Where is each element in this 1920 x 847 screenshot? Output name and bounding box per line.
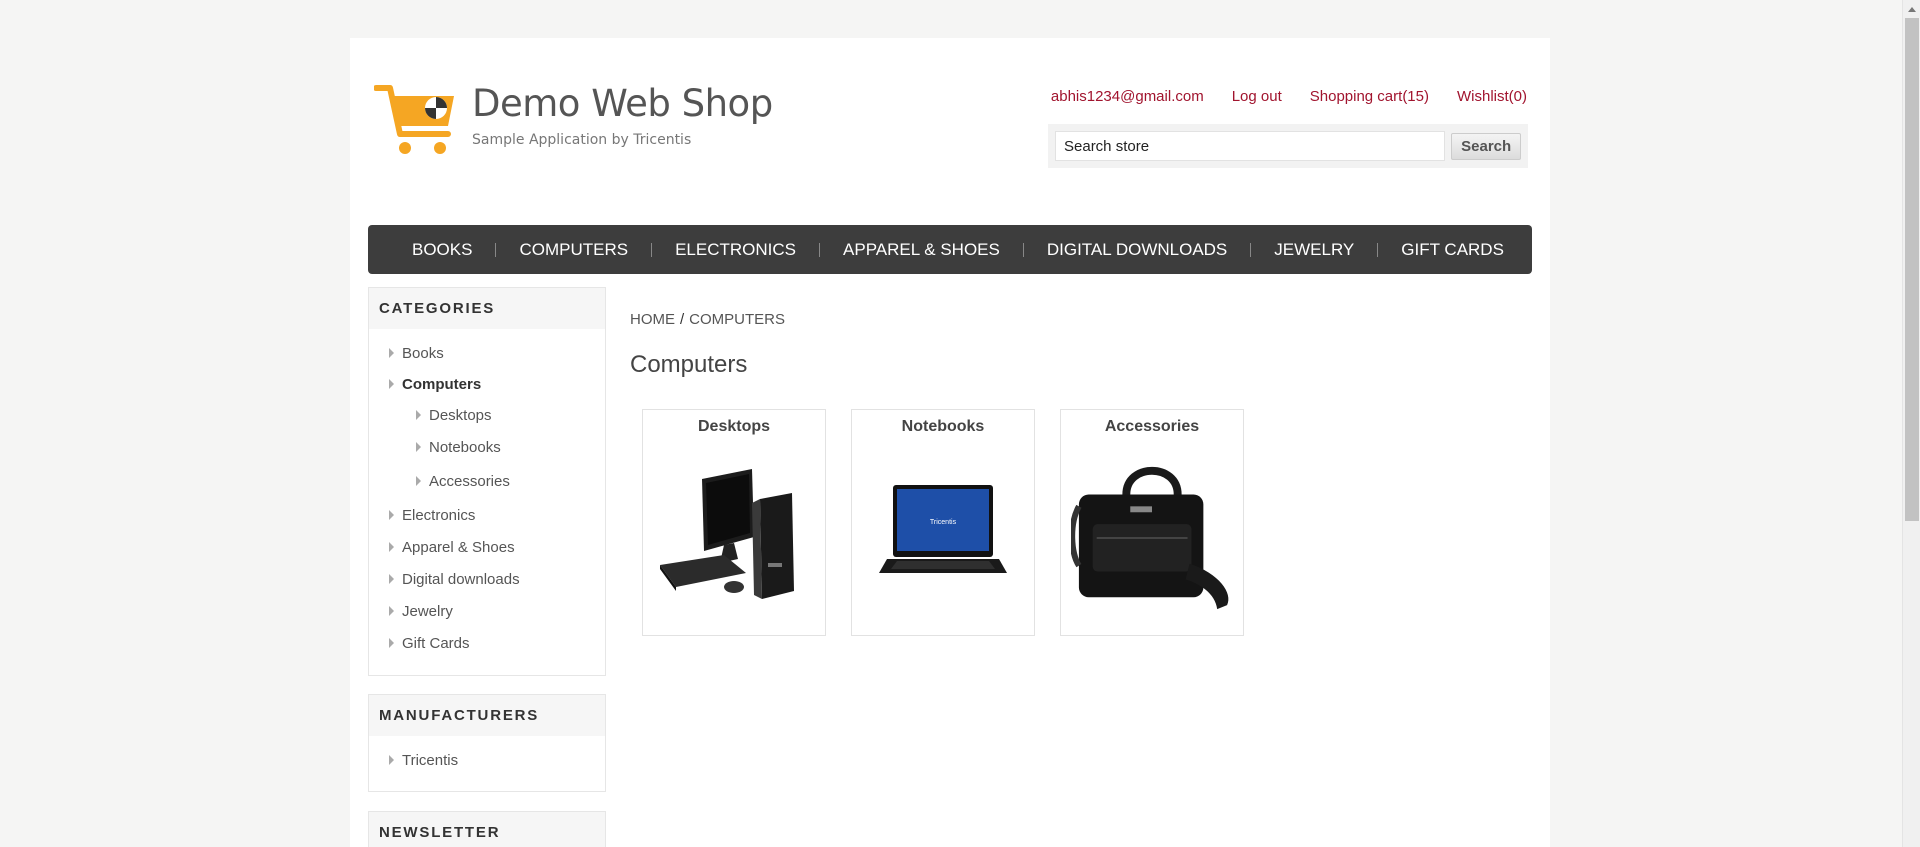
menu-item-digital-downloads[interactable]: DIGITAL DOWNLOADS bbox=[1024, 240, 1250, 260]
arrow-right-icon bbox=[389, 542, 394, 552]
desktop-computer-image[interactable] bbox=[653, 452, 815, 616]
search-input[interactable] bbox=[1055, 131, 1446, 161]
arrow-right-icon bbox=[416, 442, 421, 452]
vertical-scrollbar[interactable] bbox=[1902, 0, 1920, 847]
search-box: Search bbox=[1048, 124, 1528, 168]
category-item-gift-cards[interactable]: Gift Cards bbox=[369, 627, 605, 659]
menu-item-apparel-shoes[interactable]: APPAREL & SHOES bbox=[820, 240, 1023, 260]
newsletter-block: NEWSLETTER bbox=[368, 811, 606, 847]
arrow-right-icon bbox=[389, 510, 394, 520]
page-container: Demo Web Shop Sample Application by Tric… bbox=[350, 38, 1550, 847]
manufacturer-item-tricentis[interactable]: Tricentis bbox=[369, 744, 605, 776]
menu-item-computers[interactable]: COMPUTERS bbox=[496, 240, 651, 260]
scrollbar-thumb[interactable] bbox=[1905, 18, 1919, 521]
newsletter-title: NEWSLETTER bbox=[369, 812, 605, 847]
subcategory-title[interactable]: Notebooks bbox=[852, 418, 1034, 436]
shopping-cart-link[interactable]: Shopping cart(15) bbox=[1310, 88, 1429, 105]
laptop-screen-text: Tricentis bbox=[930, 519, 957, 526]
arrow-right-icon bbox=[389, 574, 394, 584]
search-button[interactable]: Search bbox=[1451, 132, 1521, 160]
scroll-up-arrow-icon[interactable] bbox=[1905, 2, 1919, 16]
header-links: abhis1234@gmail.com Log out Shopping car… bbox=[1051, 88, 1527, 105]
category-item-accessories[interactable]: Accessories bbox=[369, 463, 605, 499]
arrow-right-icon bbox=[389, 638, 394, 648]
menu-item-electronics[interactable]: ELECTRONICS bbox=[652, 240, 819, 260]
subcategory-card-desktops[interactable]: Desktops bbox=[642, 409, 826, 636]
notebook-laptop-image[interactable]: Tricentis bbox=[862, 452, 1024, 616]
site-logo[interactable]: Demo Web Shop Sample Application by Tric… bbox=[374, 82, 794, 162]
arrow-right-icon bbox=[389, 755, 394, 765]
menu-item-gift-cards[interactable]: GIFT CARDS bbox=[1378, 240, 1527, 260]
category-item-desktops[interactable]: Desktops bbox=[369, 399, 605, 431]
top-menu: BOOKS COMPUTERS ELECTRONICS APPAREL & SH… bbox=[368, 225, 1532, 274]
categories-title: CATEGORIES bbox=[369, 288, 605, 329]
breadcrumb: HOME / COMPUTERS bbox=[630, 311, 785, 328]
category-item-digital-downloads[interactable]: Digital downloads bbox=[369, 563, 605, 595]
category-item-electronics[interactable]: Electronics bbox=[369, 499, 605, 531]
page-title: Computers bbox=[630, 351, 748, 378]
category-item-computers[interactable]: Computers bbox=[369, 369, 605, 399]
arrow-right-icon bbox=[416, 410, 421, 420]
shopping-cart-logo-icon bbox=[374, 85, 454, 154]
arrow-right-icon bbox=[389, 606, 394, 616]
logo-subtitle: Sample Application by Tricentis bbox=[472, 132, 692, 148]
manufacturers-block: MANUFACTURERS Tricentis bbox=[368, 694, 606, 792]
manufacturers-title: MANUFACTURERS bbox=[369, 695, 605, 736]
subcategory-card-notebooks[interactable]: Notebooks Tricentis bbox=[851, 409, 1035, 636]
logout-link[interactable]: Log out bbox=[1232, 88, 1282, 105]
logo-title: Demo Web Shop bbox=[472, 82, 773, 125]
breadcrumb-separator: / bbox=[680, 311, 685, 328]
subcategory-title[interactable]: Desktops bbox=[643, 418, 825, 436]
laptop-bag-image[interactable] bbox=[1071, 452, 1233, 616]
menu-item-books[interactable]: BOOKS bbox=[389, 240, 495, 260]
categories-block: CATEGORIES Books Computers Desktops Note… bbox=[368, 287, 606, 676]
wishlist-link[interactable]: Wishlist(0) bbox=[1457, 88, 1527, 105]
arrow-right-icon bbox=[389, 348, 394, 358]
category-item-notebooks[interactable]: Notebooks bbox=[369, 431, 605, 463]
breadcrumb-current: COMPUTERS bbox=[689, 311, 786, 328]
subcategory-card-accessories[interactable]: Accessories bbox=[1060, 409, 1244, 636]
category-item-apparel-shoes[interactable]: Apparel & Shoes bbox=[369, 531, 605, 563]
arrow-right-icon bbox=[389, 379, 394, 389]
arrow-right-icon bbox=[416, 476, 421, 486]
account-link[interactable]: abhis1234@gmail.com bbox=[1051, 88, 1204, 105]
subcategory-grid: Desktops Notebooks Tricentis Accessories bbox=[642, 409, 1244, 636]
subcategory-title[interactable]: Accessories bbox=[1061, 418, 1243, 436]
breadcrumb-home-link[interactable]: HOME bbox=[630, 311, 675, 328]
category-item-jewelry[interactable]: Jewelry bbox=[369, 595, 605, 627]
category-item-books[interactable]: Books bbox=[369, 337, 605, 369]
menu-item-jewelry[interactable]: JEWELRY bbox=[1251, 240, 1377, 260]
